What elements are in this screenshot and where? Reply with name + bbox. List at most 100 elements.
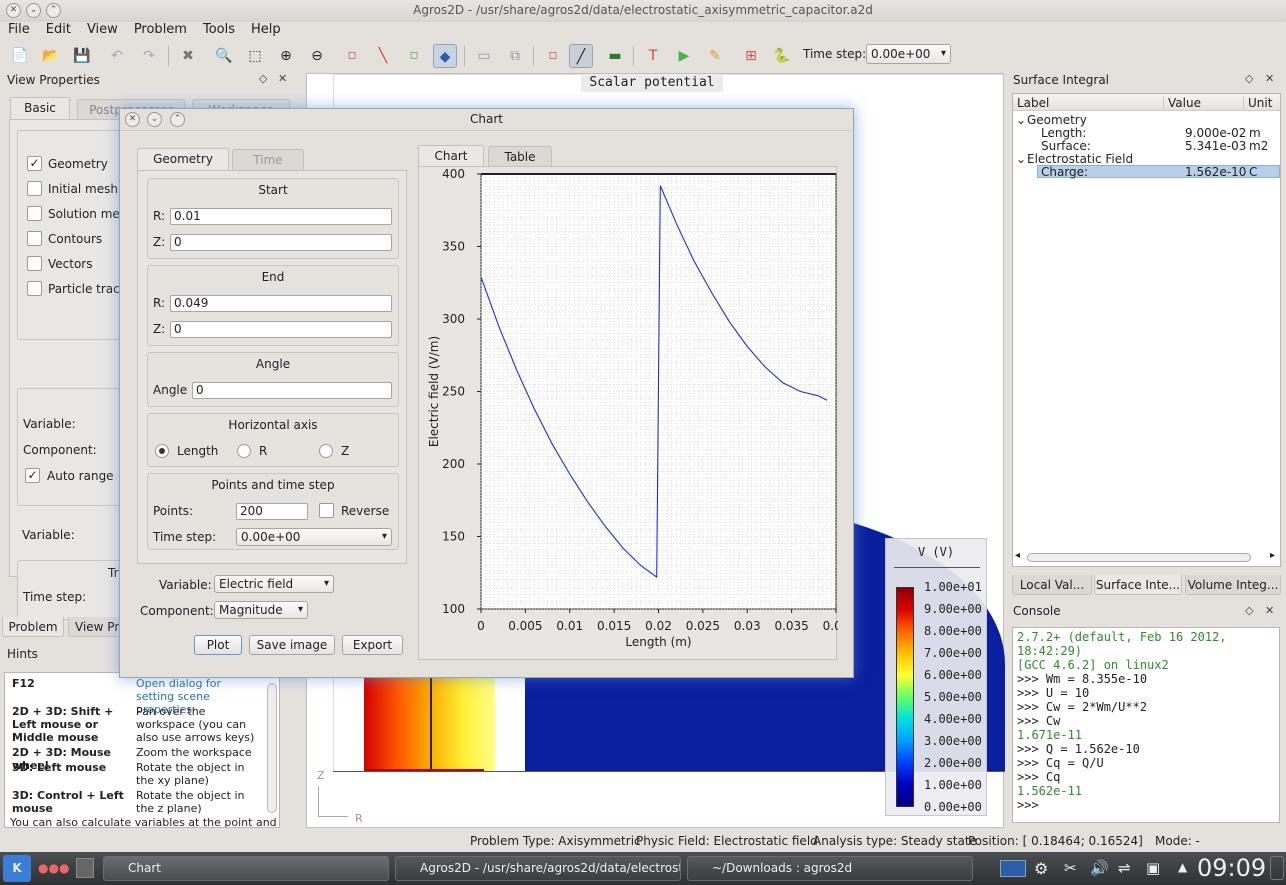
zoom-best-fit-icon[interactable]: 🔍 bbox=[212, 44, 236, 68]
task-terminal[interactable]: ~/Downloads : agros2d bbox=[687, 856, 973, 881]
float-panel-icon[interactable]: ◇ bbox=[1245, 72, 1253, 85]
dialog-close-button[interactable]: ✕ bbox=[125, 112, 140, 127]
maximize-window-button[interactable]: ⌃ bbox=[46, 3, 61, 18]
text-tool-icon[interactable]: T bbox=[641, 44, 665, 68]
undo-icon[interactable]: ↶ bbox=[105, 44, 129, 68]
end-r-input[interactable]: 0.049 bbox=[170, 295, 392, 312]
close-panel-icon[interactable]: ✕ bbox=[278, 72, 287, 85]
axis-z-radio[interactable] bbox=[319, 444, 333, 458]
export-button[interactable]: Export bbox=[342, 635, 403, 655]
postprocessor-icon[interactable]: ◆ bbox=[433, 44, 457, 68]
tray-expand-icon[interactable]: ▲ bbox=[1178, 860, 1187, 874]
tab-table[interactable]: Table bbox=[488, 146, 552, 168]
tree-expand-icon[interactable]: ⌄ bbox=[1016, 114, 1026, 127]
line-tool-icon[interactable]: ╱ bbox=[569, 44, 593, 68]
horizontal-scrollbar[interactable]: ◂ ▸ bbox=[1015, 550, 1278, 564]
open-folder-icon[interactable]: 📂 bbox=[39, 44, 63, 68]
hints-scrollbar[interactable] bbox=[267, 683, 277, 813]
axis-r-radio[interactable] bbox=[237, 444, 251, 458]
end-z-input[interactable]: 0 bbox=[170, 321, 392, 338]
tree-expand-icon[interactable]: ⌄ bbox=[1016, 153, 1026, 166]
settings-gear-icon[interactable]: ⚙ bbox=[1034, 859, 1048, 878]
scroll-right-icon[interactable]: ▸ bbox=[1270, 550, 1275, 561]
redo-icon[interactable]: ↷ bbox=[137, 44, 161, 68]
solve-region-icon[interactable]: ⧉ bbox=[503, 44, 527, 68]
chart-line-icon[interactable]: ⊞ bbox=[739, 44, 763, 68]
clock[interactable]: 09:09 bbox=[1197, 854, 1266, 882]
menu-view[interactable]: View bbox=[79, 22, 126, 38]
volume-icon[interactable]: 🔊 bbox=[1090, 859, 1109, 877]
close-window-button[interactable]: ✕ bbox=[6, 3, 21, 18]
timestep-select[interactable]: 0.00e+00 ▾ bbox=[866, 44, 951, 64]
vectors-checkbox[interactable] bbox=[27, 256, 42, 271]
pager-icon[interactable] bbox=[76, 858, 94, 878]
tab-basic[interactable]: Basic bbox=[10, 97, 70, 119]
minimize-window-button[interactable]: ⌄ bbox=[26, 3, 41, 18]
mesh-icon[interactable]: ▭ bbox=[472, 44, 496, 68]
chart-variable-select[interactable]: Electric field ▾ bbox=[214, 575, 334, 593]
zoom-out-icon[interactable]: ⊖ bbox=[305, 44, 329, 68]
network-icon[interactable]: ⇌ bbox=[1118, 859, 1131, 877]
python-console[interactable]: 2.7.2+ (default, Feb 16 2012, 18:42:29) [G… bbox=[1012, 627, 1280, 823]
close-panel-icon[interactable]: ✕ bbox=[1265, 72, 1274, 85]
python-icon[interactable]: 🐍 bbox=[770, 44, 794, 68]
angle-input[interactable]: 0 bbox=[192, 382, 392, 399]
tab-volume-integral[interactable]: Volume Integ... bbox=[1185, 575, 1281, 595]
electric-field-chart[interactable]: 0 0.005 0.01 0.015 0.02 0.025 0.03 0.035 0.04 100… bbox=[419, 167, 849, 661]
menu-tools[interactable]: Tools bbox=[195, 22, 243, 38]
reverse-checkbox[interactable] bbox=[319, 503, 334, 518]
surface-icon[interactable]: ▬ bbox=[603, 44, 627, 68]
menu-file[interactable]: File bbox=[0, 22, 38, 38]
zoom-in-icon[interactable]: ⊕ bbox=[274, 44, 298, 68]
task-agros2d[interactable]: Agros2D - /usr/share/agros2d/data/electr… bbox=[395, 856, 681, 881]
tab-problem[interactable]: Problem bbox=[2, 617, 64, 637]
kde-menu-icon[interactable]: K bbox=[3, 855, 31, 882]
label-mode-icon[interactable]: ◻ bbox=[402, 44, 426, 68]
geometry-checkbox[interactable]: ✓ bbox=[27, 156, 42, 171]
scissors-icon[interactable]: ✂ bbox=[1064, 859, 1077, 877]
float-panel-icon[interactable]: ◇ bbox=[259, 72, 267, 85]
tab-chart[interactable]: Chart bbox=[418, 145, 484, 167]
save-icon[interactable]: 💾 bbox=[70, 44, 94, 68]
node-mode-icon[interactable]: ◻ bbox=[340, 44, 364, 68]
auto-range-checkbox[interactable]: ✓ bbox=[25, 468, 40, 483]
scrollbar-thumb[interactable] bbox=[1027, 553, 1251, 562]
cashew-icon[interactable] bbox=[1270, 856, 1284, 880]
menu-help[interactable]: Help bbox=[243, 22, 289, 38]
scroll-left-icon[interactable]: ◂ bbox=[1015, 550, 1020, 561]
zoom-region-icon[interactable]: ⬚ bbox=[243, 44, 267, 68]
start-z-input[interactable]: 0 bbox=[170, 234, 392, 251]
axis-length-radio[interactable] bbox=[155, 444, 169, 458]
particle-tracing-checkbox[interactable] bbox=[27, 281, 42, 296]
tab-local-values[interactable]: Local Val... bbox=[1012, 575, 1092, 595]
tab-surface-integral[interactable]: Surface Inte... bbox=[1094, 575, 1182, 595]
solve-play-icon[interactable]: ▶ bbox=[672, 44, 696, 68]
new-file-icon[interactable]: 📄 bbox=[8, 44, 32, 68]
menu-edit[interactable]: Edit bbox=[38, 22, 79, 38]
tree-row-charge[interactable]: Charge: bbox=[1041, 166, 1088, 179]
close-panel-icon[interactable]: ✕ bbox=[1265, 604, 1274, 617]
chart-component-select[interactable]: Magnitude ▾ bbox=[214, 601, 308, 619]
points-timestep-select[interactable]: 0.00e+00 ▾ bbox=[236, 528, 392, 546]
chart-tool-icon[interactable]: ✎ bbox=[703, 44, 727, 68]
battery-icon[interactable]: ▣ bbox=[1146, 859, 1160, 877]
points-spinbox[interactable]: 200 bbox=[236, 503, 308, 520]
float-panel-icon[interactable]: ◇ bbox=[1245, 604, 1253, 617]
screen-icon[interactable] bbox=[1000, 860, 1026, 877]
edge-mode-icon[interactable]: ╲ bbox=[371, 44, 395, 68]
contours-checkbox[interactable] bbox=[27, 231, 42, 246]
task-chart[interactable]: Chart bbox=[103, 856, 389, 881]
dialog-minimize-button[interactable]: ⌄ bbox=[147, 112, 162, 127]
save-image-button[interactable]: Save image bbox=[249, 635, 335, 655]
tab-time[interactable]: Time bbox=[232, 149, 304, 171]
delete-icon[interactable]: ✖ bbox=[176, 44, 200, 68]
activities-icon[interactable]: ●●● bbox=[38, 861, 69, 875]
plot-button[interactable]: Plot bbox=[194, 635, 242, 655]
solution-mesh-checkbox[interactable] bbox=[27, 206, 42, 221]
dialog-maximize-button[interactable]: ⌃ bbox=[170, 112, 185, 127]
menu-problem[interactable]: Problem bbox=[126, 22, 195, 38]
tab-geometry[interactable]: Geometry bbox=[137, 148, 229, 170]
initial-mesh-checkbox[interactable] bbox=[27, 181, 42, 196]
point-icon[interactable]: ◻ bbox=[541, 44, 565, 68]
start-r-input[interactable]: 0.01 bbox=[170, 208, 392, 225]
